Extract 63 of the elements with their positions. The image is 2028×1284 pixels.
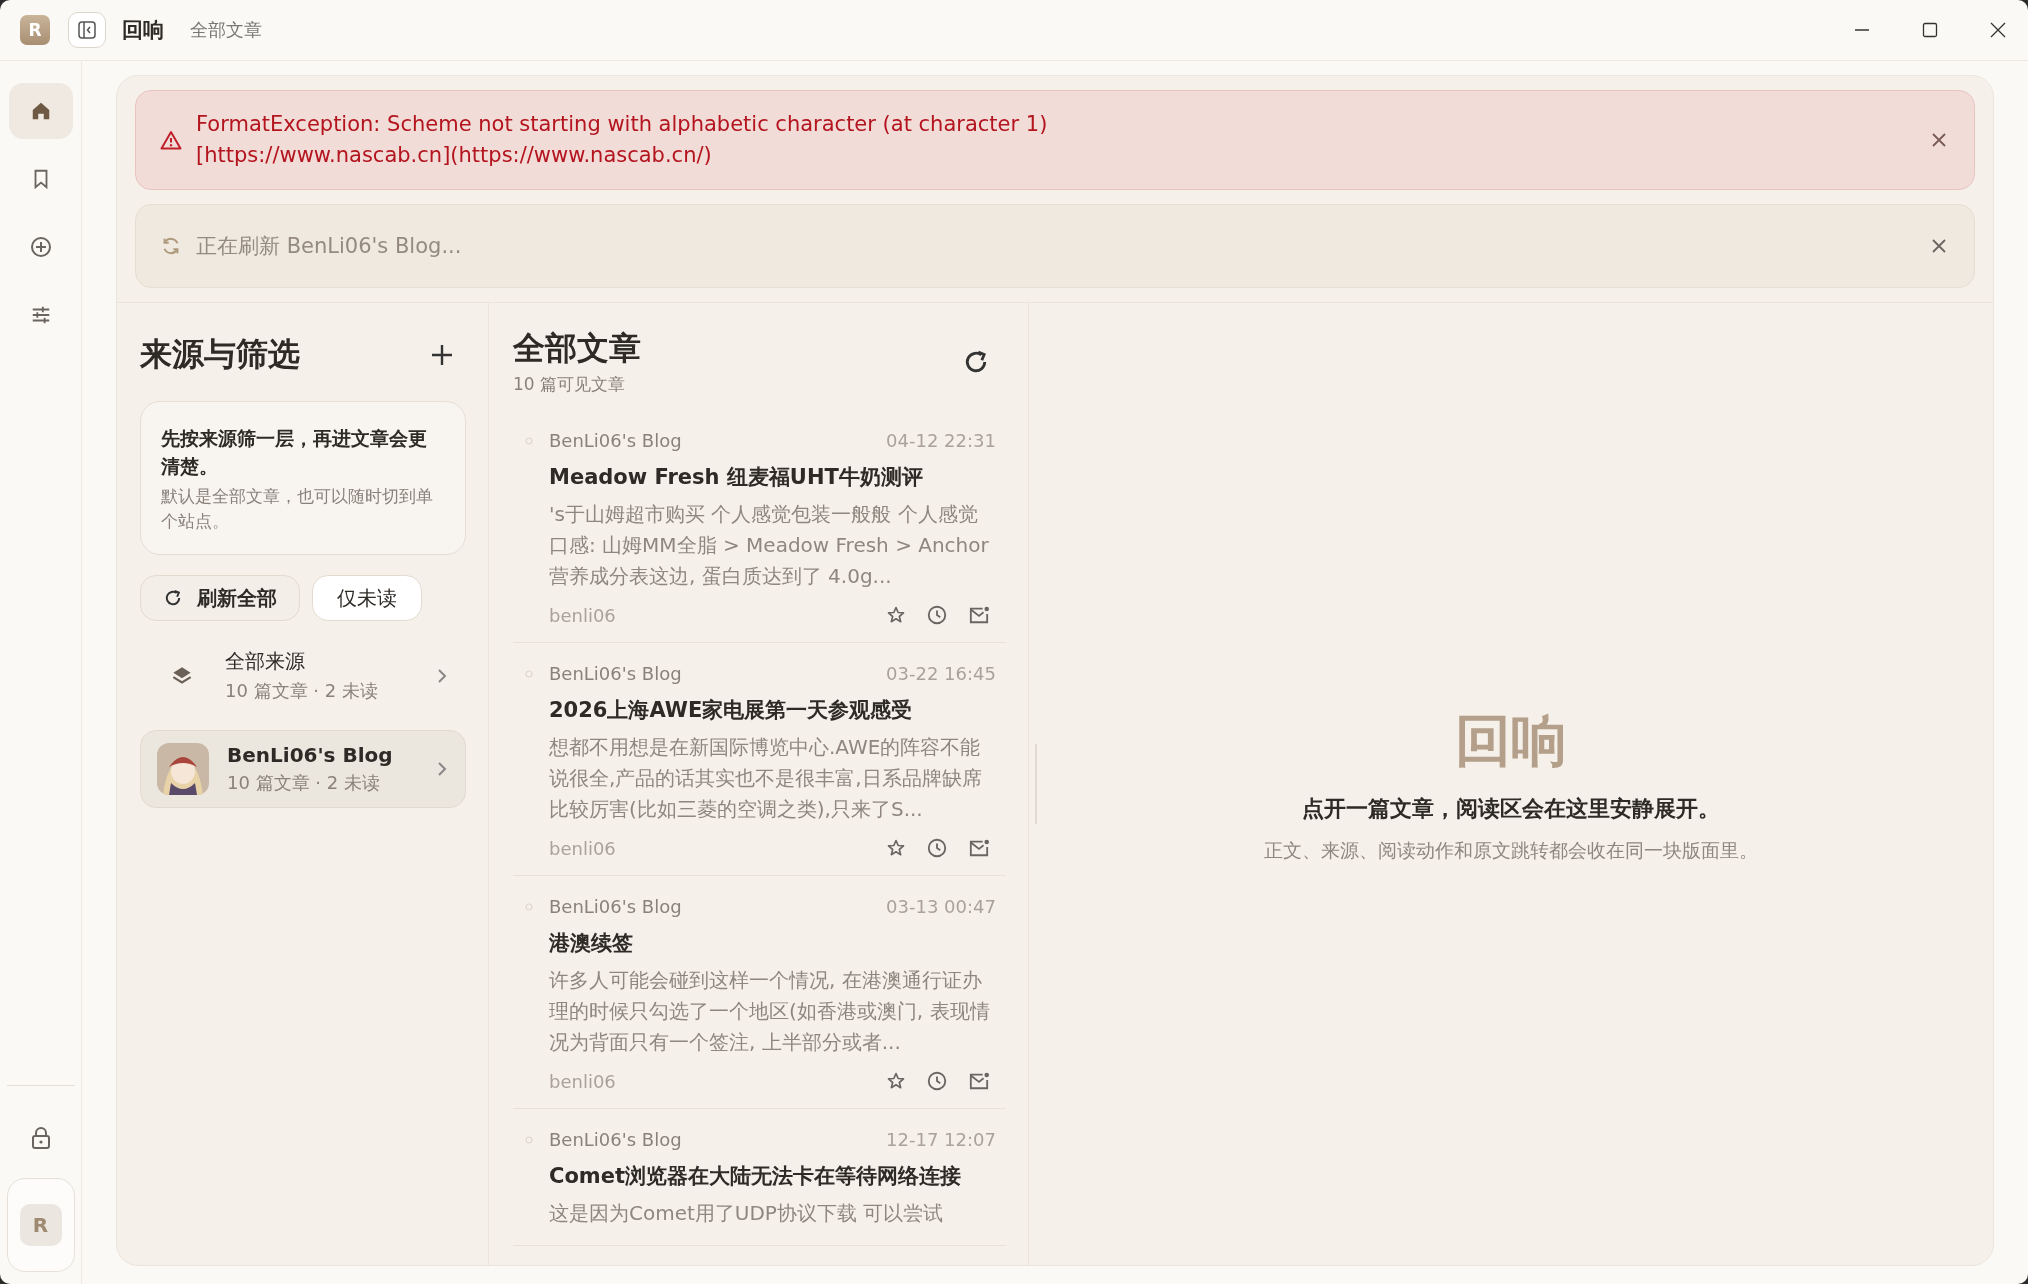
banner-message: 正在刷新 BenLi06's Blog...: [196, 233, 463, 260]
chevron-icon: [437, 667, 447, 684]
app-name: 回响: [122, 17, 164, 44]
article-source: BenLi06's Blog: [549, 430, 683, 451]
article-time: 03-13 00:47: [886, 896, 996, 917]
sidebar-toggle-icon[interactable]: [68, 12, 106, 48]
article-excerpt: 这是因为Comet用了UDP协议下载 可以尝试: [549, 1200, 945, 1227]
sources-title: 来源与筛选: [140, 334, 300, 375]
article-time: 12-17 12:07: [886, 1129, 996, 1150]
article-title[interactable]: 港澳续签: [549, 929, 996, 957]
article-title[interactable]: 2026上海AWE家电展第一天参观感受: [549, 696, 996, 724]
article-excerpt: 想都不用想是在新国际博览中心.AWE的阵容不能说很全,产品的话其实也不是很丰富,日系品牌缺席比较厉害(比如三菱的空调之类),只来了S...: [549, 734, 983, 823]
article-title[interactable]: Comet浏览器在大陆无法卡在等待网络连接: [549, 1162, 996, 1190]
status-dot-icon: [525, 669, 533, 678]
mail-icon[interactable]: [968, 1071, 990, 1091]
refresh-all-button[interactable]: 刷新全部: [140, 575, 300, 621]
app-logo: R: [20, 15, 50, 45]
add-icon[interactable]: [430, 343, 454, 367]
article-author: benli06: [549, 837, 617, 859]
source-item[interactable]: BenLi06's Blog 10 篇文章 · 2 未读: [140, 730, 466, 808]
article-count: 10 篇可见文章: [513, 373, 627, 396]
source-name: BenLi06's Blog: [227, 743, 394, 767]
clock-icon[interactable]: [926, 837, 948, 859]
star-icon[interactable]: [886, 1071, 906, 1091]
article-author: benli06: [549, 1070, 617, 1092]
reader-subline: 正文、来源、阅读动作和原文跳转都会收在同一块版面里。: [1264, 838, 1758, 863]
article-source: BenLi06's Blog: [549, 1129, 683, 1150]
article-author: benli06: [549, 604, 617, 626]
article-source: BenLi06's Blog: [549, 896, 683, 917]
article-source: BenLi06's Blog: [549, 663, 683, 684]
tip-text: 默认是全部文章，也可以随时切到单个站点。: [161, 485, 434, 533]
mail-icon[interactable]: [968, 605, 990, 625]
maximize-icon[interactable]: [1922, 22, 1938, 38]
source-name: 全部来源: [225, 648, 306, 675]
articles-title: 全部文章: [513, 328, 641, 369]
page-title: 全部文章: [190, 18, 262, 42]
article-title[interactable]: Meadow Fresh 纽麦福UHT牛奶测评: [549, 463, 996, 491]
status-dot-icon: [525, 436, 533, 445]
status-dot-icon: [525, 1135, 533, 1144]
reader-headline: 点开一篇文章，阅读区会在这里安静展开。: [1302, 795, 1720, 823]
refresh-icon: [163, 588, 183, 608]
tip-title: 先按来源筛一层，再进文章会更清楚。: [161, 426, 428, 479]
chevron-icon: [437, 761, 447, 777]
status-dot-icon: [525, 902, 533, 911]
clock-icon[interactable]: [926, 1070, 948, 1092]
article-time: 03-22 16:45: [886, 663, 996, 684]
reader-logo: 回响: [1455, 707, 1567, 775]
feed-avatar: [157, 743, 209, 795]
home-icon[interactable]: [8, 83, 73, 139]
article-excerpt: 's于山姆超市购买 个人感觉包装一般般 个人感觉口感: 山姆MM全脂 > Meadow Fresh > Anchor 营养成分表这边, 蛋白质达到了 4.0g...: [549, 501, 990, 590]
unread-only-button[interactable]: 仅未读: [312, 575, 422, 621]
star-icon[interactable]: [886, 838, 906, 858]
mail-icon[interactable]: [968, 838, 990, 858]
source-item[interactable]: 全部来源 10 篇文章 · 2 未读: [140, 635, 466, 716]
star-icon[interactable]: [886, 605, 906, 625]
clock-icon[interactable]: [926, 604, 948, 626]
source-meta: 10 篇文章 · 2 未读: [227, 771, 381, 795]
article-time: 04-12 22:31: [886, 430, 996, 451]
banner-message: FormatException: Scheme not starting with alphabetic character (at character 1) [https://www.nascab.cn](https://www.nascab.cn/): [196, 111, 1049, 169]
source-meta: 10 篇文章 · 2 未读: [225, 679, 379, 703]
warning-icon: [160, 130, 182, 150]
close-icon[interactable]: [1990, 22, 2006, 38]
article-excerpt: 许多人可能会碰到这样一个情况, 在港澳通行证办理的时候只勾选了一个地区(如香港或澳门, 表现情况为背面只有一个签注, 上半部分或者...: [549, 967, 991, 1056]
